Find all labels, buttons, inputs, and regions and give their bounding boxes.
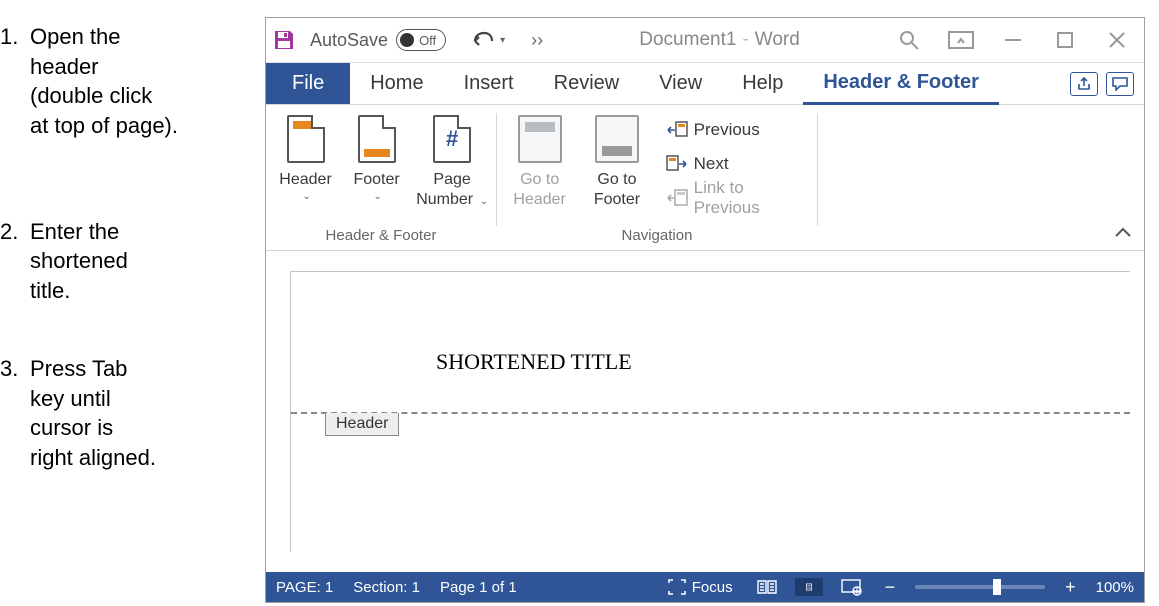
- link-to-previous-icon: [666, 189, 688, 207]
- header-boundary: [291, 412, 1130, 414]
- word-window: AutoSave Off ▾ ›› Document1-Word: [265, 17, 1145, 603]
- status-section[interactable]: Section: 1: [353, 579, 420, 596]
- print-layout-button[interactable]: [795, 578, 823, 596]
- step-text: Enter the shortened title.: [30, 217, 128, 306]
- search-icon[interactable]: [896, 27, 922, 53]
- tab-help[interactable]: Help: [722, 63, 803, 104]
- previous-icon: [666, 121, 688, 139]
- ribbon-display-icon[interactable]: [948, 27, 974, 53]
- document-title: Document1-Word: [543, 29, 896, 51]
- zoom-out-button[interactable]: −: [885, 577, 896, 598]
- previous-button[interactable]: Previous: [666, 117, 809, 143]
- header-tag: Header: [325, 413, 399, 436]
- step-number: 3.: [0, 354, 30, 473]
- web-layout-button[interactable]: [837, 576, 865, 598]
- autosave-toggle[interactable]: Off: [396, 29, 446, 51]
- footer-icon: [358, 115, 396, 163]
- step-number: 1.: [0, 22, 30, 141]
- document-area[interactable]: SHORTENED TITLE Header: [266, 251, 1144, 572]
- zoom-slider[interactable]: [915, 585, 1045, 589]
- next-button[interactable]: Next: [666, 151, 809, 177]
- comments-button[interactable]: [1106, 72, 1134, 96]
- step-number: 2.: [0, 217, 30, 306]
- step-text: Open the header (double click at top of …: [30, 22, 178, 141]
- save-icon[interactable]: [272, 28, 296, 52]
- tab-header-footer[interactable]: Header & Footer: [803, 63, 999, 105]
- tab-review[interactable]: Review: [534, 63, 640, 104]
- tab-view[interactable]: View: [639, 63, 722, 104]
- undo-icon[interactable]: [470, 28, 496, 53]
- read-mode-button[interactable]: [753, 576, 781, 598]
- customize-qat[interactable]: ››: [531, 30, 543, 51]
- titlebar: AutoSave Off ▾ ›› Document1-Word: [266, 18, 1144, 63]
- undo-dropdown[interactable]: ▾: [500, 35, 505, 46]
- ribbon-group-label: Header & Footer: [266, 224, 496, 248]
- collapse-ribbon-button[interactable]: [1114, 223, 1132, 244]
- zoom-level[interactable]: 100%: [1096, 579, 1134, 596]
- step-text: Press Tab key until cursor is right alig…: [30, 354, 156, 473]
- link-to-previous-button: Link to Previous: [666, 185, 809, 211]
- next-icon: [666, 155, 688, 173]
- header-region[interactable]: SHORTENED TITLE: [291, 272, 1130, 412]
- ribbon-tabs: File Home Insert Review View Help Header…: [266, 63, 1144, 105]
- autosave-label: AutoSave: [310, 30, 388, 51]
- status-page[interactable]: PAGE: 1: [276, 579, 333, 596]
- header-icon: [287, 115, 325, 163]
- focus-mode-button[interactable]: Focus: [668, 579, 733, 596]
- instructions-panel: 1. Open the header (double click at top …: [0, 22, 258, 517]
- tab-file[interactable]: File: [266, 63, 350, 104]
- tab-insert[interactable]: Insert: [444, 63, 534, 104]
- goto-footer-icon: [595, 115, 639, 163]
- page-number-icon: #: [433, 115, 471, 163]
- status-bar: PAGE: 1 Section: 1 Page 1 of 1 Focus − +…: [266, 572, 1144, 602]
- share-button[interactable]: [1070, 72, 1098, 96]
- header-text[interactable]: SHORTENED TITLE: [436, 349, 632, 375]
- goto-header-icon: [518, 115, 562, 163]
- tab-home[interactable]: Home: [350, 63, 443, 104]
- page[interactable]: SHORTENED TITLE Header: [290, 271, 1130, 552]
- zoom-in-button[interactable]: +: [1065, 577, 1076, 598]
- close-button[interactable]: [1104, 27, 1130, 53]
- minimize-button[interactable]: [1000, 27, 1026, 53]
- status-page-of[interactable]: Page 1 of 1: [440, 579, 517, 596]
- ribbon: Header ⌄ Footer ⌄ # Page Number ⌄ Header…: [266, 105, 1144, 251]
- ribbon-group-label: Navigation: [497, 224, 817, 248]
- maximize-button[interactable]: [1052, 27, 1078, 53]
